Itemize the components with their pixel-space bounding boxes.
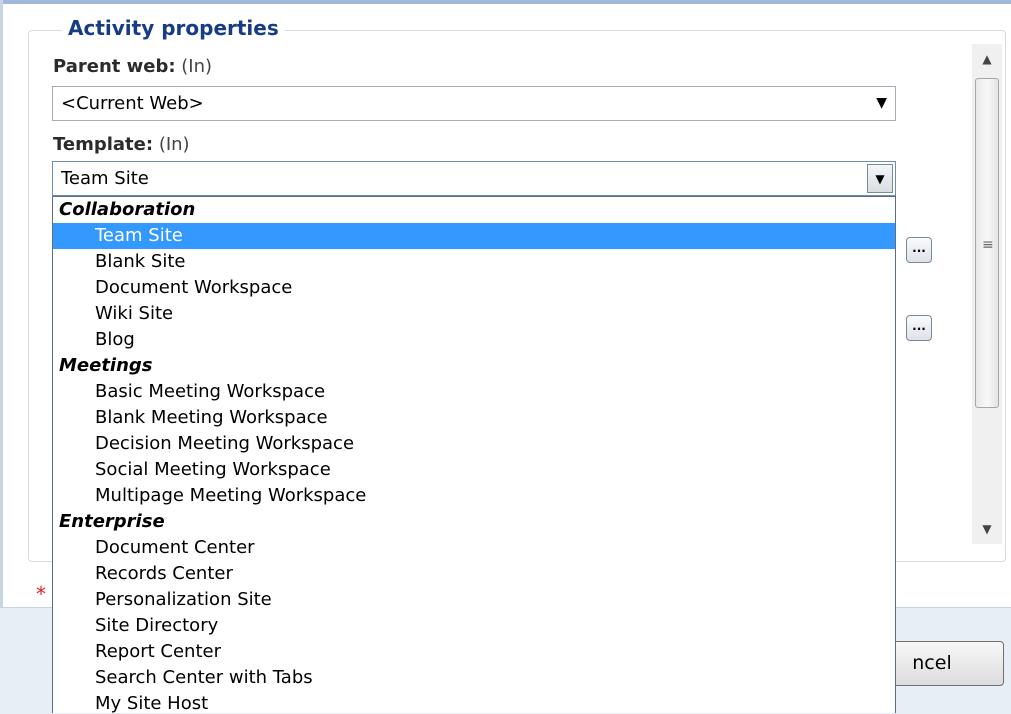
parent-web-select[interactable]: <Current Web> ▼ — [52, 86, 896, 121]
scroll-up-arrow-icon[interactable]: ▲ — [972, 44, 1002, 74]
option-group-header: Collaboration — [59, 199, 196, 220]
parent-web-value: <Current Web> — [61, 93, 204, 114]
template-option[interactable]: Social Meeting Workspace — [53, 457, 895, 483]
activity-properties-legend: Activity properties — [62, 16, 285, 40]
template-option[interactable]: Report Center — [53, 639, 895, 665]
window-top-border — [0, 0, 1011, 4]
template-direction: (In) — [158, 134, 190, 155]
template-label: Template: (In) — [53, 134, 190, 155]
template-option[interactable]: Decision Meeting Workspace — [53, 431, 895, 457]
dropdown-arrow-icon[interactable]: ▼ — [867, 164, 893, 193]
scroll-down-arrow-icon[interactable]: ▼ — [972, 514, 1002, 544]
grip-icon: ≡ — [982, 237, 994, 253]
template-option[interactable]: Basic Meeting Workspace — [53, 379, 895, 405]
option-group-header: Meetings — [59, 355, 153, 376]
template-option[interactable]: Search Center with Tabs — [53, 665, 895, 691]
parent-web-label: Parent web: (In) — [53, 56, 212, 77]
template-option[interactable]: Blank Site — [53, 249, 895, 275]
template-option[interactable]: Document Workspace — [53, 275, 895, 301]
template-option[interactable]: Records Center — [53, 561, 895, 587]
template-option[interactable]: Blank Meeting Workspace — [53, 405, 895, 431]
template-option[interactable]: Team Site — [53, 223, 895, 249]
template-dropdown-list[interactable]: Collaboration Team Site Blank Site Document… — [52, 196, 896, 713]
template-option[interactable]: Site Directory — [53, 613, 895, 639]
template-select[interactable]: Team Site ▼ — [52, 161, 896, 196]
ellipsis-icon: ... — [912, 319, 926, 333]
template-option[interactable]: Document Center — [53, 535, 895, 561]
parent-web-direction: (In) — [181, 56, 213, 77]
ellipsis-icon: ... — [912, 241, 926, 255]
template-option[interactable]: Wiki Site — [53, 301, 895, 327]
template-option[interactable]: Blog — [53, 327, 895, 353]
scrollbar-thumb[interactable]: ≡ — [975, 78, 999, 408]
template-option[interactable]: My Site Host — [53, 691, 895, 713]
template-option[interactable]: Personalization Site — [53, 587, 895, 613]
option-group-header: Enterprise — [59, 511, 165, 532]
browse-button[interactable]: ... — [906, 237, 932, 263]
template-option[interactable]: Multipage Meeting Workspace — [53, 483, 895, 509]
panel-scrollbar[interactable]: ▲ ≡ ▼ — [972, 44, 1002, 544]
cancel-button-label: ncel — [912, 652, 952, 674]
parent-web-label-text: Parent web: — [53, 56, 176, 77]
template-value: Team Site — [61, 168, 149, 189]
required-marker: * — [36, 582, 46, 606]
browse-button-2[interactable]: ... — [906, 315, 932, 341]
chevron-down-icon[interactable]: ▼ — [876, 95, 887, 111]
template-label-text: Template: — [53, 134, 154, 155]
